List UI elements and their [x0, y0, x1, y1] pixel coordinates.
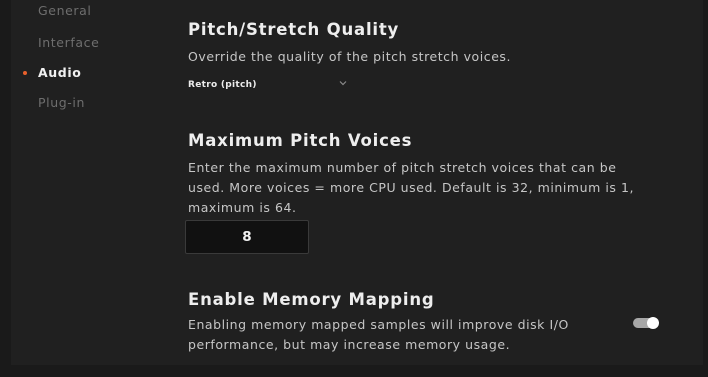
- preferences-sidebar: General Interface Audio Plug-in: [11, 0, 171, 365]
- preferences-panel: General Interface Audio Plug-in Pitch/St…: [11, 0, 703, 365]
- chevron-down-icon: [339, 81, 347, 86]
- description-line: performance, but may increase memory usa…: [188, 337, 511, 352]
- sidebar-item-label: General: [38, 3, 92, 18]
- sidebar-item-audio[interactable]: Audio: [23, 65, 82, 80]
- description-line: maximum is 64.: [188, 200, 297, 215]
- sidebar-item-general[interactable]: General: [38, 3, 91, 18]
- memory-mapping-description: Enabling memory mapped samples will impr…: [188, 315, 608, 355]
- sidebar-item-label: Plug-in: [38, 95, 85, 110]
- max-voices-description: Enter the maximum number of pitch stretc…: [188, 158, 703, 218]
- description-line: used. More voices = more CPU used. Defau…: [188, 180, 635, 195]
- sidebar-item-label: Audio: [38, 65, 82, 80]
- description-line: Enabling memory mapped samples will impr…: [188, 317, 569, 332]
- memory-mapping-heading: Enable Memory Mapping: [188, 290, 435, 309]
- sidebar-item-plugin[interactable]: Plug-in: [38, 95, 85, 110]
- description-line: Enter the maximum number of pitch stretc…: [188, 160, 617, 175]
- settings-content: Pitch/Stretch Quality Override the quali…: [185, 0, 688, 365]
- active-indicator-dot: [23, 71, 27, 75]
- sidebar-item-interface[interactable]: Interface: [38, 35, 99, 50]
- max-voices-heading: Maximum Pitch Voices: [188, 131, 413, 150]
- max-voices-input[interactable]: 8: [185, 220, 309, 254]
- memory-mapping-toggle[interactable]: [633, 317, 659, 329]
- toggle-knob: [647, 317, 659, 329]
- pitch-quality-description: Override the quality of the pitch stretc…: [188, 49, 512, 64]
- pitch-quality-heading: Pitch/Stretch Quality: [188, 20, 400, 39]
- pitch-quality-dropdown[interactable]: Retro (pitch): [188, 76, 358, 94]
- sidebar-item-label: Interface: [38, 35, 100, 50]
- dropdown-selected-value: Retro (pitch): [188, 80, 257, 90]
